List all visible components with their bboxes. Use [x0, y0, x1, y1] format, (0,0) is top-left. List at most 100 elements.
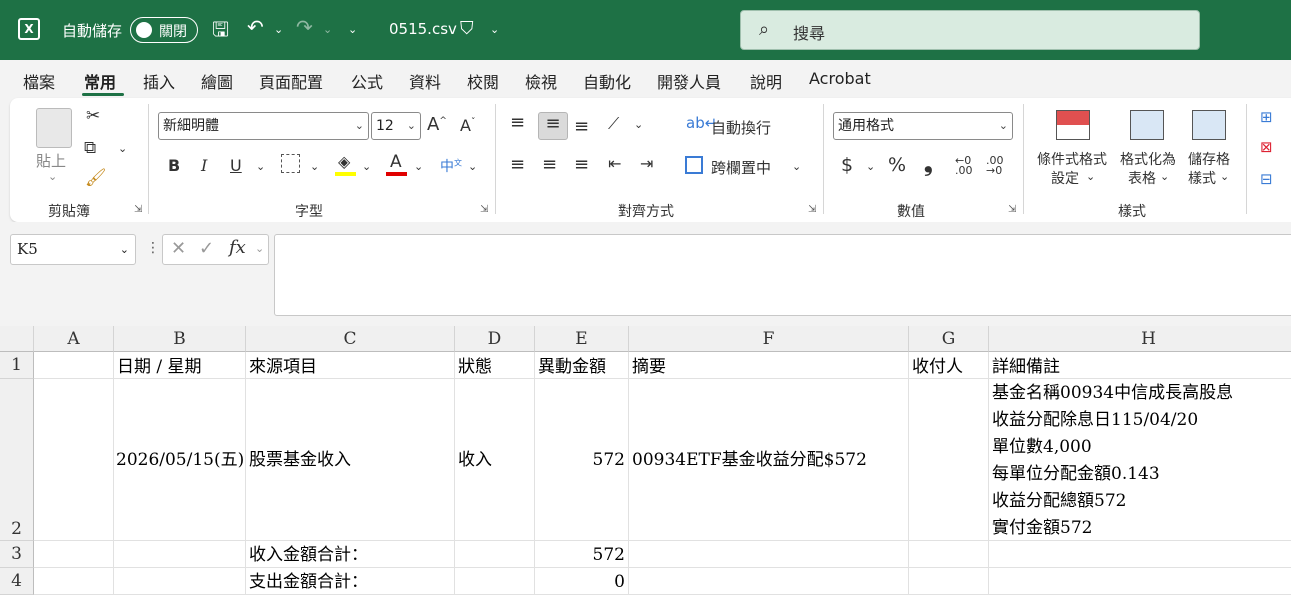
copy-icon[interactable]: ⧉: [84, 138, 96, 158]
wrap-text-label[interactable]: 自動換行: [711, 117, 771, 138]
cell-g3[interactable]: [909, 541, 989, 568]
autosave-toggle[interactable]: 關閉: [130, 17, 198, 43]
format-painter-icon[interactable]: 🖌: [85, 168, 107, 188]
align-left-icon[interactable]: ≡: [510, 154, 525, 175]
row-header-3[interactable]: 3: [0, 541, 34, 568]
bold-button[interactable]: B: [168, 156, 180, 175]
undo-icon[interactable]: ↶: [247, 15, 264, 39]
cell-f3[interactable]: [629, 541, 909, 568]
cell-d4[interactable]: [455, 568, 535, 595]
merge-dropdown-icon[interactable]: ⌄: [792, 160, 801, 173]
column-header-b[interactable]: B: [114, 326, 246, 352]
cell-a3[interactable]: [34, 541, 114, 568]
tab-data[interactable]: 資料: [409, 69, 441, 93]
align-bottom-icon[interactable]: ≡: [574, 116, 589, 137]
cell-c3[interactable]: 收入金額合計：: [246, 541, 455, 568]
format-as-table-icon[interactable]: [1130, 110, 1164, 140]
fill-color-dropdown-icon[interactable]: ⌄: [362, 160, 371, 173]
decrease-font-icon[interactable]: Aˇ: [460, 116, 475, 135]
phonetic-guide-icon[interactable]: 中文: [440, 156, 462, 176]
align-center-icon[interactable]: ≡: [542, 154, 557, 175]
font-color-icon[interactable]: A: [390, 152, 402, 172]
tab-formulas[interactable]: 公式: [351, 69, 383, 93]
cell-f2[interactable]: 00934ETF基金收益分配$572: [629, 379, 909, 541]
tab-file[interactable]: 檔案: [23, 69, 55, 93]
font-name-select[interactable]: 新細明體 ⌄: [158, 112, 369, 140]
cell-c2[interactable]: 股票基金收入: [246, 379, 455, 541]
borders-icon[interactable]: [281, 154, 300, 173]
cell-b2[interactable]: 2026/05/15(五): [114, 379, 246, 541]
cell-d2[interactable]: 收入: [455, 379, 535, 541]
tab-view[interactable]: 檢視: [525, 69, 557, 93]
cell-h2[interactable]: 基金名稱00934中信成長高股息 收益分配除息日115/04/20 單位數4,0…: [989, 379, 1291, 541]
currency-dropdown-icon[interactable]: ⌄: [866, 160, 875, 173]
sensitivity-icon[interactable]: ⛉: [460, 18, 474, 39]
paste-label[interactable]: 貼上: [36, 150, 66, 171]
redo-icon[interactable]: ↷: [296, 15, 313, 39]
italic-button[interactable]: I: [201, 156, 207, 175]
cell-f1[interactable]: 摘要: [629, 352, 909, 379]
comma-button[interactable]: ❟: [924, 152, 933, 177]
chevron-down-icon[interactable]: ⌄: [255, 242, 264, 255]
cut-icon[interactable]: ✂: [86, 106, 100, 126]
copy-dropdown-icon[interactable]: ⌄: [118, 142, 127, 155]
orientation-dropdown-icon[interactable]: ⌄: [634, 118, 643, 131]
cell-e3[interactable]: 572: [535, 541, 629, 568]
conditional-dropdown-icon[interactable]: ⌄: [1086, 170, 1095, 183]
tab-page-layout[interactable]: 頁面配置: [259, 69, 323, 93]
format-as-table-label-1[interactable]: 格式化為: [1120, 149, 1176, 169]
cell-b4[interactable]: [114, 568, 246, 595]
cell-f4[interactable]: [629, 568, 909, 595]
row-header-1[interactable]: 1: [0, 352, 34, 379]
save-icon[interactable]: 🖫: [212, 15, 229, 49]
conditional-formatting-label-1[interactable]: 條件式格式: [1037, 149, 1107, 169]
font-color-dropdown-icon[interactable]: ⌄: [414, 160, 423, 173]
tab-acrobat[interactable]: Acrobat: [809, 69, 871, 88]
merge-center-icon[interactable]: [685, 156, 703, 174]
decrease-decimal-icon[interactable]: .00 →0: [986, 155, 1004, 176]
increase-indent-icon[interactable]: ⇥: [640, 154, 653, 173]
increase-decimal-icon[interactable]: ←0.00: [955, 155, 973, 176]
format-as-table-label-2[interactable]: 表格: [1128, 168, 1156, 188]
format-cells-icon[interactable]: ⊟: [1260, 170, 1273, 188]
font-launcher-icon[interactable]: ⇲: [480, 204, 488, 215]
cell-styles-dropdown-icon[interactable]: ⌄: [1220, 170, 1229, 183]
insert-function-button[interactable]: fx: [229, 237, 246, 258]
cell-styles-label-2[interactable]: 樣式: [1188, 168, 1216, 188]
formula-input[interactable]: [274, 234, 1291, 316]
redo-dropdown-icon[interactable]: ⌄: [323, 23, 332, 36]
delete-cells-icon[interactable]: ⊠: [1260, 138, 1273, 156]
cell-e2[interactable]: 572: [535, 379, 629, 541]
currency-button[interactable]: $: [841, 154, 853, 176]
cell-styles-icon[interactable]: [1192, 110, 1226, 140]
name-box[interactable]: K5 ⌄: [10, 234, 136, 265]
more-options-icon[interactable]: ⋮: [146, 240, 160, 256]
cell-a4[interactable]: [34, 568, 114, 595]
tab-draw[interactable]: 繪圖: [201, 69, 233, 93]
undo-dropdown-icon[interactable]: ⌄: [274, 23, 283, 36]
tab-review[interactable]: 校閱: [467, 69, 499, 93]
column-header-g[interactable]: G: [909, 326, 989, 352]
cell-a1[interactable]: [34, 352, 114, 379]
merge-center-label[interactable]: 跨欄置中: [711, 157, 771, 178]
tab-automate[interactable]: 自動化: [583, 69, 631, 93]
cell-g1[interactable]: 收付人: [909, 352, 989, 379]
file-menu-dropdown-icon[interactable]: ⌄: [490, 23, 499, 36]
cell-h1[interactable]: 詳細備註: [989, 352, 1291, 379]
tab-developer[interactable]: 開發人員: [657, 69, 721, 93]
number-format-select[interactable]: 通用格式 ⌄: [833, 112, 1013, 140]
conditional-formatting-icon[interactable]: [1056, 110, 1090, 140]
table-dropdown-icon[interactable]: ⌄: [1160, 170, 1169, 183]
fill-color-icon[interactable]: ◈: [338, 152, 350, 171]
cell-b3[interactable]: [114, 541, 246, 568]
row-header-4[interactable]: 4: [0, 568, 34, 595]
cell-g2[interactable]: [909, 379, 989, 541]
tab-insert[interactable]: 插入: [143, 69, 175, 93]
column-header-c[interactable]: C: [246, 326, 455, 352]
cell-g4[interactable]: [909, 568, 989, 595]
column-header-f[interactable]: F: [629, 326, 909, 352]
cell-b1[interactable]: 日期 / 星期: [114, 352, 246, 379]
borders-dropdown-icon[interactable]: ⌄: [310, 160, 319, 173]
orientation-icon[interactable]: ⟋: [608, 114, 619, 134]
cancel-icon[interactable]: ✕: [171, 238, 186, 259]
